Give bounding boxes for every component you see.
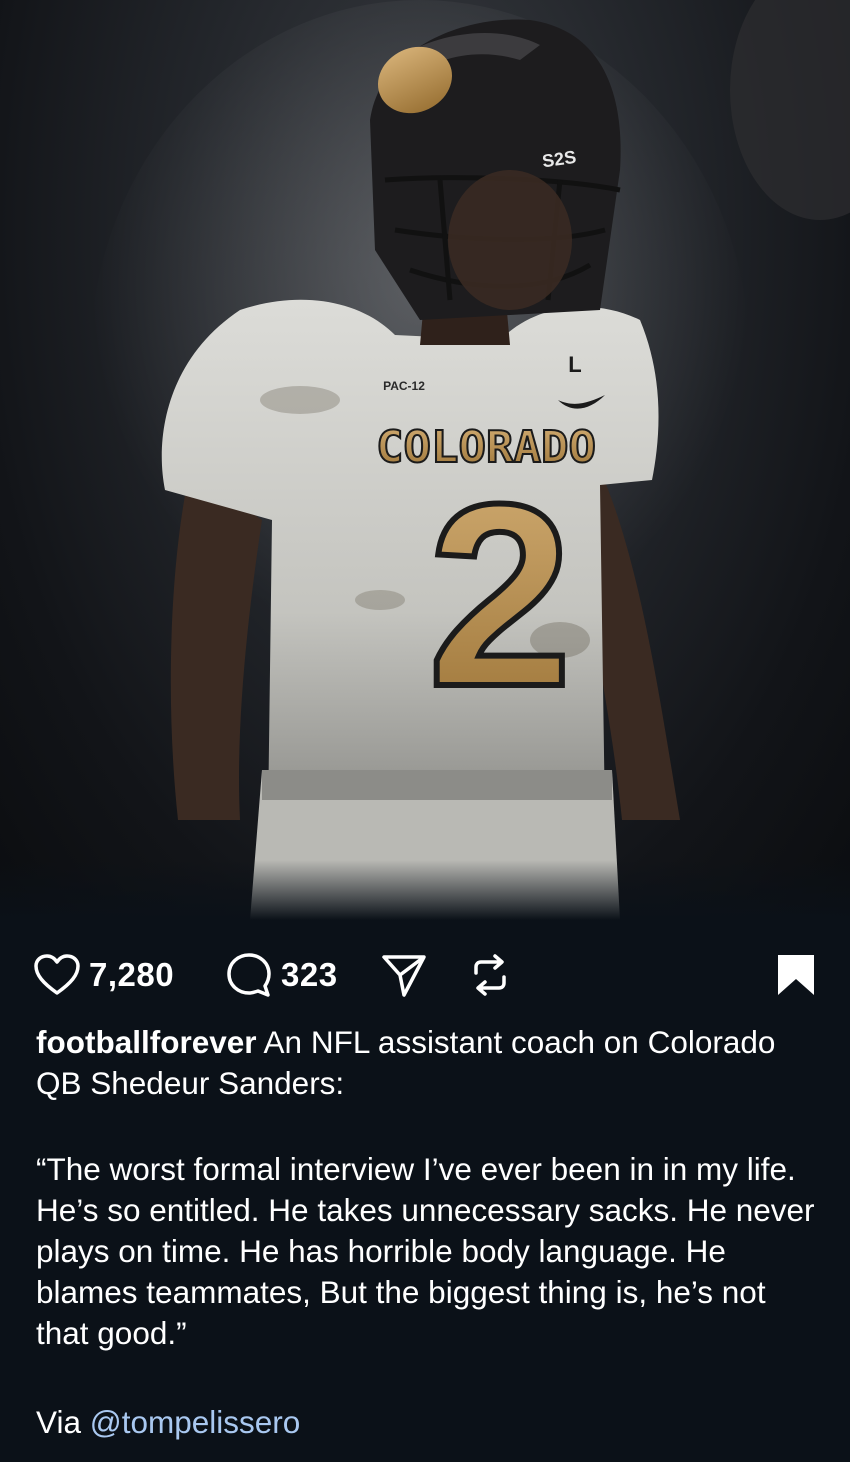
sleeve-letter: L	[568, 352, 581, 377]
like-button[interactable]: 7,280	[33, 940, 174, 1010]
bookmark-icon	[778, 955, 814, 995]
repost-icon	[474, 954, 506, 996]
save-button[interactable]	[776, 940, 816, 1010]
repost-button[interactable]	[466, 940, 514, 1010]
jersey-number: 2	[428, 451, 573, 741]
like-count: 7,280	[89, 956, 175, 993]
caption-quote: “The worst formal interview I’ve ever be…	[36, 1151, 815, 1351]
player-photo: S2S L PAC-12 COLORADO 2	[0, 0, 850, 920]
mention-link[interactable]: @tompelissero	[90, 1404, 301, 1440]
comment-icon	[227, 953, 271, 997]
post-action-bar: 7,280 323	[0, 940, 850, 1010]
conference-patch: PAC-12	[383, 379, 425, 393]
caption-via: Via @tompelissero	[36, 1402, 826, 1443]
share-button[interactable]	[380, 940, 428, 1010]
via-label: Via	[36, 1404, 81, 1440]
post-caption: footballforever An NFL assistant coach o…	[36, 1022, 826, 1443]
comment-count: 323	[281, 956, 338, 993]
heart-icon	[34, 954, 80, 995]
post-image[interactable]: S2S L PAC-12 COLORADO 2	[0, 0, 850, 920]
comment-button[interactable]: 323	[225, 940, 338, 1010]
send-icon	[382, 955, 426, 997]
caption-username[interactable]: footballforever	[36, 1024, 257, 1060]
